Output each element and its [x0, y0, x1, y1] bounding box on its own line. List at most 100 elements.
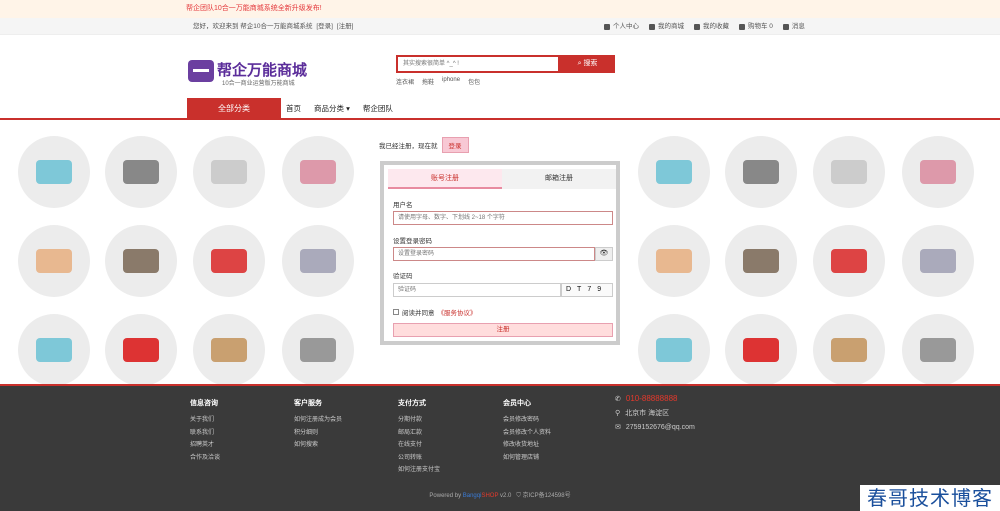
footer-link[interactable]: 邮局汇款	[398, 427, 440, 440]
top-login-link[interactable]: [登录]	[316, 23, 333, 30]
decor-circle	[638, 225, 710, 297]
cart-link[interactable]: 购物车 0	[739, 18, 773, 35]
announcement-bar: 帮企团队10合一万能商城系统全新升级发布!	[0, 0, 1000, 18]
scarf-icon	[920, 160, 956, 184]
footer-link[interactable]: 联系我们	[190, 427, 220, 440]
decor-circle	[638, 314, 710, 384]
goto-login-button[interactable]: 登录	[441, 137, 469, 153]
cart-icon	[739, 23, 745, 30]
tab-email-register[interactable]: 邮箱注册	[502, 169, 616, 189]
icp-number[interactable]: 京ICP备124598号	[523, 493, 571, 499]
umbrella-icon	[920, 249, 956, 273]
all-categories-button[interactable]: 全部分类	[187, 98, 281, 120]
suitcase-icon	[211, 338, 247, 362]
footer-link[interactable]: 如何注册成为会员	[294, 414, 342, 427]
sofa-icon	[656, 249, 692, 273]
user-center-label: 个人中心	[613, 23, 639, 30]
powered-brand[interactable]: Bangqi	[463, 493, 482, 499]
phone-icon	[743, 160, 779, 184]
top-bar: 您好，欢迎来到 帮企10合一万能商城系统 [登录] [注册] 个人中心 我的商城…	[0, 18, 1000, 35]
boot-icon	[123, 249, 159, 273]
nav-categories[interactable]: 商品分类 ▾	[314, 98, 350, 120]
decor-circle	[902, 314, 974, 384]
umbrella-icon	[300, 249, 336, 273]
captcha-input[interactable]	[393, 283, 561, 297]
user-icon	[604, 23, 610, 30]
register-button[interactable]: 注册	[393, 323, 613, 337]
top-register-link[interactable]: [注册]	[337, 23, 354, 30]
search-box: ⌕ 搜索	[396, 55, 615, 73]
skate-icon	[656, 338, 692, 362]
agree-row: 阅读并同意 《服务协议》	[393, 307, 477, 317]
car-icon	[123, 338, 159, 362]
decor-circle	[282, 136, 354, 208]
skate-icon	[36, 338, 72, 362]
scooter-icon	[656, 160, 692, 184]
scooter-icon	[36, 160, 72, 184]
password-input[interactable]	[393, 247, 595, 261]
bell-icon	[782, 23, 789, 30]
service-agreement-link[interactable]: 《服务协议》	[438, 307, 477, 317]
messages-link[interactable]: 消息	[782, 18, 805, 35]
cart-label: 购物车 0	[748, 23, 773, 30]
footer-link[interactable]: 积分细则	[294, 427, 342, 440]
decor-circle	[18, 225, 90, 297]
search-button[interactable]: ⌕ 搜索	[560, 55, 615, 73]
decor-circle	[725, 225, 797, 297]
contact-email: 2759152676@qq.com	[625, 423, 695, 431]
footer-link[interactable]: 如何管理店铺	[503, 452, 551, 465]
hotword[interactable]: 包包	[468, 77, 480, 86]
decor-circle	[282, 225, 354, 297]
eye-icon[interactable]: 👁	[595, 247, 613, 261]
footer-column-title: 客户服务	[294, 400, 322, 407]
decor-circle	[813, 225, 885, 297]
heart-icon	[694, 23, 700, 30]
footer-link[interactable]: 如何注册支付宝	[398, 464, 440, 477]
favorites-link[interactable]: 我的收藏	[694, 18, 729, 35]
footer-link[interactable]: 会员修改个人资料	[503, 427, 551, 440]
powered-brand-shop[interactable]: SHOP	[481, 493, 498, 499]
decor-circle	[193, 136, 265, 208]
logo[interactable]: 帮企万能商城 10合一商业运营版万能商城	[188, 58, 308, 88]
decor-circle	[105, 136, 177, 208]
captcha-image[interactable]: DT79	[561, 283, 613, 297]
footer-link[interactable]: 招聘英才	[190, 439, 220, 452]
hotword[interactable]: 连衣裙	[396, 77, 414, 86]
top-links: 个人中心 我的商城 我的收藏 购物车 0 消息	[604, 18, 805, 35]
footer-column: 支付方式 分期付款 邮局汇款 在线支付 公司转账 如何注册支付宝	[398, 398, 440, 477]
footer-column-title: 会员中心	[503, 400, 531, 407]
agree-checkbox[interactable]	[393, 309, 399, 315]
decor-circle	[725, 314, 797, 384]
teapot-icon	[211, 249, 247, 273]
user-center-link[interactable]: 个人中心	[604, 18, 639, 35]
nav-home[interactable]: 首页	[286, 98, 301, 120]
footer-link[interactable]: 在线支付	[398, 439, 440, 452]
footer-link[interactable]: 修改收货地址	[503, 439, 551, 452]
footer-link[interactable]: 分期付款	[398, 414, 440, 427]
search-input[interactable]	[396, 55, 560, 73]
search-button-label: 搜索	[583, 60, 598, 67]
decor-circle	[18, 314, 90, 384]
footer-link[interactable]: 会员修改密码	[503, 414, 551, 427]
my-shop-link[interactable]: 我的商城	[649, 18, 684, 35]
tab-account-register[interactable]: 账号注册	[388, 169, 502, 189]
announcement-text: 帮企团队10合一万能商城系统全新升级发布!	[186, 5, 322, 12]
badge-icon: ⛉	[516, 493, 521, 499]
nav-team[interactable]: 帮企团队	[363, 98, 393, 120]
decor-circle	[813, 136, 885, 208]
decor-circle	[902, 225, 974, 297]
footer-link[interactable]: 公司转账	[398, 452, 440, 465]
hotword[interactable]: iphone	[442, 77, 460, 86]
contact-address: 北京市 海淀区	[625, 410, 670, 417]
register-tabs: 账号注册 邮箱注册	[388, 169, 616, 189]
footer-link[interactable]: 合作及洽谈	[190, 452, 220, 465]
tv-icon	[920, 338, 956, 362]
username-input[interactable]	[393, 211, 613, 225]
decor-circle	[725, 136, 797, 208]
decor-circle	[193, 314, 265, 384]
password-label: 设置登录密码	[393, 238, 432, 245]
hotword[interactable]: 拖鞋	[422, 77, 434, 86]
copyright: Powered by BangqiSHOP v2.0 ⛉ 京ICP备124598…	[0, 490, 1000, 500]
footer-link[interactable]: 关于我们	[190, 414, 220, 427]
footer-link[interactable]: 如何搜索	[294, 439, 342, 452]
